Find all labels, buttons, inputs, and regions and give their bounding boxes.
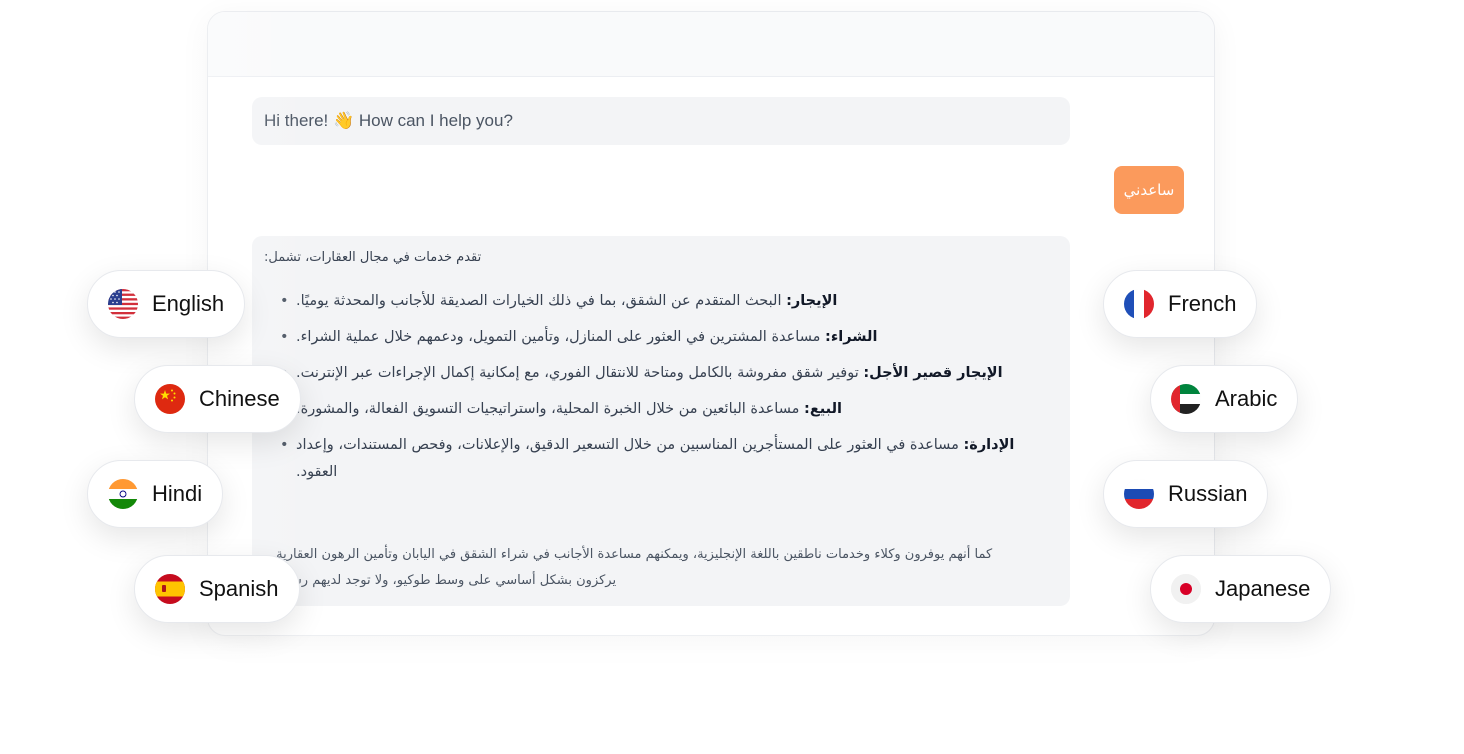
language-label: French <box>1168 291 1237 316</box>
user-message: ساعدني <box>1114 166 1184 214</box>
bot-greeting-message: Hi there! 👋 How can I help you? <box>252 97 1070 145</box>
us-flag-icon <box>108 289 138 319</box>
chat-header <box>208 12 1214 77</box>
services-list: الإيجار: البحث المتقدم عن الشقق، بما في … <box>280 288 1020 495</box>
answer-footer-line: يركزون بشكل أساسي على وسط طوكيو، ولا توج… <box>272 573 617 588</box>
france-flag-icon <box>1124 289 1154 319</box>
uae-flag-icon <box>1171 384 1201 414</box>
service-text: مساعدة في العثور على المستأجرين المناسبي… <box>296 437 959 480</box>
language-label: Japanese <box>1215 576 1311 601</box>
language-pill-russian[interactable]: Russian <box>1103 460 1269 528</box>
language-pill-spanish[interactable]: Spanish <box>134 555 300 623</box>
language-label: Arabic <box>1215 386 1278 411</box>
spain-flag-icon <box>155 574 185 604</box>
service-text: مساعدة المشترين في العثور على المنازل، و… <box>296 329 821 345</box>
language-pill-french[interactable]: French <box>1103 270 1258 338</box>
list-item: الشراء: مساعدة المشترين في العثور على ال… <box>280 324 1020 351</box>
language-label: Hindi <box>152 481 203 506</box>
service-label: الإيجار قصير الأجل: <box>863 365 1003 381</box>
chat-window: Hi there! 👋 How can I help you? ساعدني ت… <box>207 11 1215 636</box>
service-label: الشراء: <box>825 329 878 345</box>
bot-answer-message: تقدم خدمات في مجال العقارات، تشمل: الإيج… <box>252 236 1070 606</box>
language-label: Spanish <box>199 576 279 601</box>
answer-intro: تقدم خدمات في مجال العقارات، تشمل: <box>264 250 482 265</box>
service-label: الإدارة: <box>963 437 1015 453</box>
russia-flag-icon <box>1124 479 1154 509</box>
language-pill-hindi[interactable]: Hindi <box>87 460 224 528</box>
language-pill-chinese[interactable]: Chinese <box>134 365 301 433</box>
japan-flag-icon <box>1171 574 1201 604</box>
answer-footer-line: كما أنهم يوفرون وكلاء وخدمات ناطقين بالل… <box>272 547 993 562</box>
service-text: البحث المتقدم عن الشقق، بما في ذلك الخيا… <box>296 293 782 309</box>
china-flag-icon <box>155 384 185 414</box>
list-item: البيع: مساعدة البائعين من خلال الخبرة ال… <box>280 396 1020 423</box>
service-label: الإيجار: <box>786 293 838 309</box>
language-label: Russian <box>1168 481 1248 506</box>
language-pill-japanese[interactable]: Japanese <box>1150 555 1332 623</box>
language-label: English <box>152 291 225 316</box>
language-label: Chinese <box>199 386 280 411</box>
service-text: توفير شقق مفروشة بالكامل ومتاحة للانتقال… <box>296 365 859 381</box>
list-item: الإيجار قصير الأجل: توفير شقق مفروشة بال… <box>280 360 1020 387</box>
list-item: الإدارة: مساعدة في العثور على المستأجرين… <box>280 432 1020 486</box>
answer-footer: كما أنهم يوفرون وكلاء وخدمات ناطقين بالل… <box>272 542 1062 594</box>
list-item: الإيجار: البحث المتقدم عن الشقق، بما في … <box>280 288 1020 315</box>
service-label: البيع: <box>804 401 842 417</box>
service-text: مساعدة البائعين من خلال الخبرة المحلية، … <box>296 401 800 417</box>
language-pill-arabic[interactable]: Arabic <box>1150 365 1299 433</box>
india-flag-icon <box>108 479 138 509</box>
language-pill-english[interactable]: English <box>87 270 246 338</box>
